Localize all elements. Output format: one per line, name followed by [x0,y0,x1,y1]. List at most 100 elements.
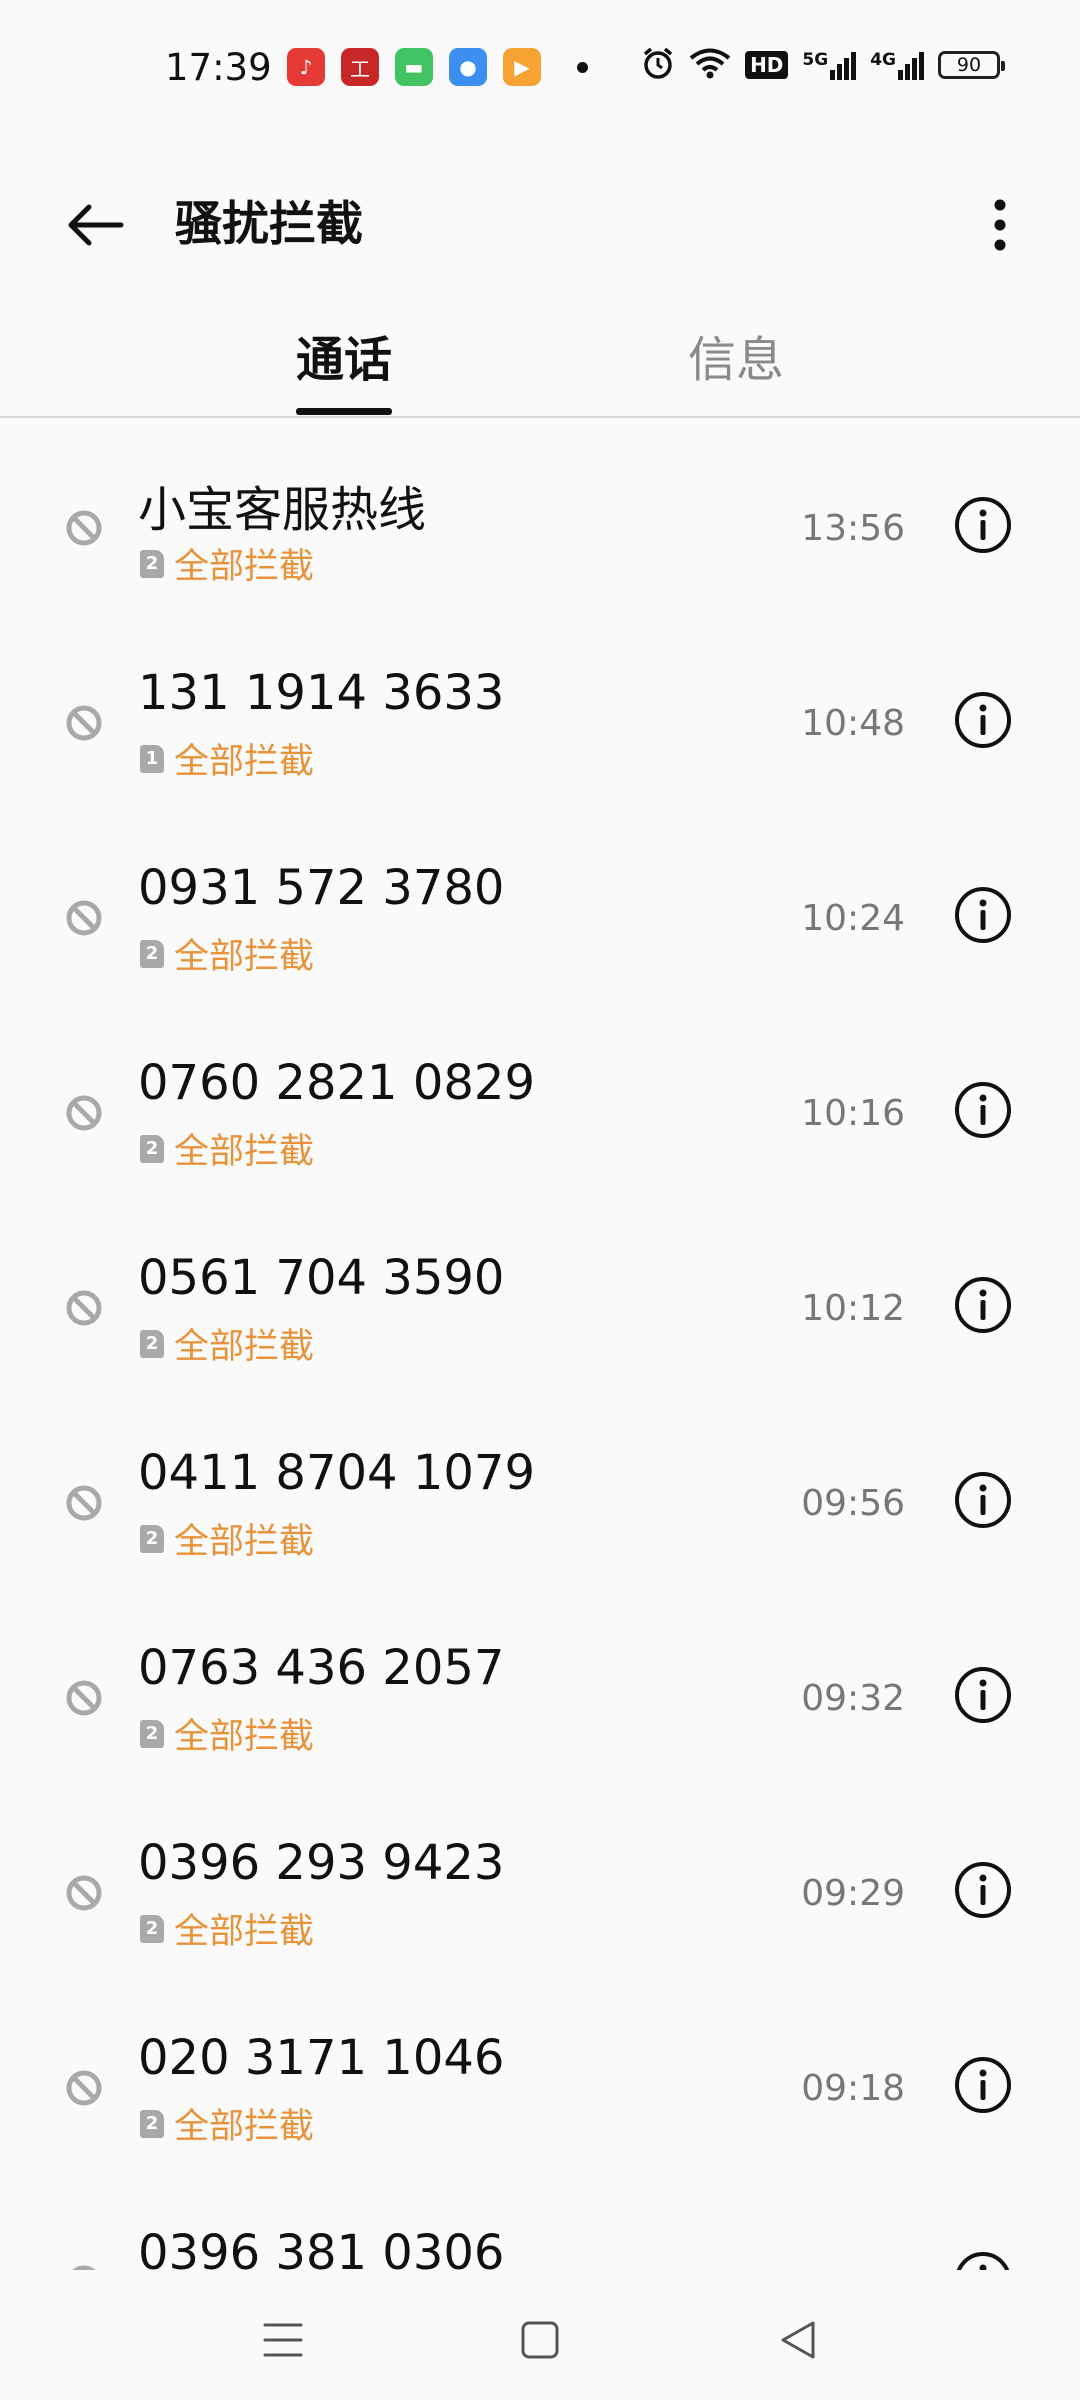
call-row[interactable]: 0411 8704 1079 2 全部拦截 09:56 [0,1395,1080,1590]
tab-bar: 通话 信息 [0,300,1080,418]
browser-app-icon: ● [449,48,487,86]
block-status: 2 全部拦截 [140,1123,314,1174]
caller-number: 020 3171 1046 [138,2030,505,2086]
navigation-bar [0,2270,1080,2400]
call-time: 09:56 [801,1483,905,1524]
caller-number: 0396 293 9423 [138,1835,505,1891]
call-row[interactable]: 0763 436 2057 2 全部拦截 09:32 [0,1590,1080,1785]
info-icon[interactable] [954,2251,1012,2270]
info-icon[interactable] [954,1471,1012,1529]
tab-messages[interactable]: 信息 [688,320,784,390]
caller-number: 0396 381 0306 [138,2225,505,2270]
recents-button[interactable] [243,2300,323,2380]
call-row[interactable]: 0760 2821 0829 2 全部拦截 10:16 [0,1005,1080,1200]
tab-active-indicator [296,408,392,415]
block-status-label: 全部拦截 [174,2107,315,2147]
call-time: 09:32 [801,1678,905,1719]
caller-number: 0763 436 2057 [138,1640,505,1696]
sim-card-icon: 2 [140,1719,164,1748]
more-options-button[interactable] [960,185,1040,265]
back-triangle-icon [781,2321,815,2359]
info-icon[interactable] [954,1276,1012,1334]
blocked-icon [66,900,102,936]
block-status: 2 全部拦截 [140,1318,314,1369]
blocked-icon [66,1485,102,1521]
menu-lines-icon [263,2323,303,2357]
app-bar: 骚扰拦截 [0,135,1080,295]
page-title: 骚扰拦截 [175,197,363,252]
block-status-label: 全部拦截 [174,1912,315,1952]
info-icon[interactable] [954,2056,1012,2114]
sim-card-icon: 2 [140,1329,164,1358]
call-time: 09:18 [801,2068,905,2109]
call-row[interactable]: 020 3171 1046 2 全部拦截 09:18 [0,1980,1080,2175]
block-status-label: 全部拦截 [174,1327,315,1367]
wifi-icon [689,47,731,83]
block-status: 2 全部拦截 [140,1708,314,1759]
caller-number: 131 1914 3633 [138,665,505,721]
blocked-icon [66,2070,102,2106]
tab-calls[interactable]: 通话 [296,320,392,390]
info-icon[interactable] [954,1081,1012,1139]
info-icon[interactable] [954,1666,1012,1724]
alarm-icon [641,46,675,84]
call-row[interactable]: 0396 293 9423 2 全部拦截 09:29 [0,1785,1080,1980]
call-row[interactable]: 0931 572 3780 2 全部拦截 10:24 [0,810,1080,1005]
block-status-label: 全部拦截 [174,742,315,782]
call-row[interactable]: 小宝客服热线 2 全部拦截 13:56 [0,420,1080,615]
blocked-icon [66,510,102,546]
network-5g-label: 5G [802,50,829,70]
home-square-icon [521,2321,559,2359]
hd-indicator: HD [745,51,789,79]
info-icon[interactable] [954,886,1012,944]
block-status-label: 全部拦截 [174,547,315,587]
call-time: 10:12 [801,1288,905,1329]
sim-card-icon: 1 [140,744,164,773]
info-icon[interactable] [954,691,1012,749]
call-time: 09:29 [801,1873,905,1914]
call-row[interactable]: 0396 381 0306 2 全部拦截 [0,2175,1080,2270]
caller-number: 0931 572 3780 [138,860,505,916]
blocked-icon [66,1095,102,1131]
bank-app-icon: 工 [341,48,379,86]
info-icon[interactable] [954,496,1012,554]
blocked-calls-list[interactable]: 小宝客服热线 2 全部拦截 13:56 131 1914 3633 1 全部拦截… [0,420,1080,2270]
sim-card-icon: 2 [140,1914,164,1943]
call-row[interactable]: 0561 704 3590 2 全部拦截 10:12 [0,1200,1080,1395]
home-button[interactable] [500,2300,580,2380]
blocked-icon [66,705,102,741]
caller-number: 0760 2821 0829 [138,1055,535,1111]
sim-card-icon: 2 [140,939,164,968]
video-app-icon: ▶ [503,48,541,86]
info-icon[interactable] [954,1861,1012,1919]
block-status: 1 全部拦截 [140,733,314,784]
back-arrow-icon [68,204,124,246]
sim-card-icon: 2 [140,2109,164,2138]
block-status: 2 全部拦截 [140,538,314,589]
signal-5g: 5G [802,50,857,80]
call-row[interactable]: 131 1914 3633 1 全部拦截 10:48 [0,615,1080,810]
call-time: 10:24 [801,898,905,939]
system-icons: HD 5G 4G 90 [641,46,1005,84]
blocked-icon [72,2265,96,2270]
sim-card-icon: 2 [140,1524,164,1553]
back-nav-button[interactable] [758,2300,838,2380]
caller-number: 0561 704 3590 [138,1250,505,1306]
block-status-label: 全部拦截 [174,1132,315,1172]
battery-level: 90 [956,54,982,76]
messages-app-icon: ▬ [395,48,433,86]
sim-card-icon: 2 [140,549,164,578]
blocked-icon [66,1290,102,1326]
blocked-icon [66,1680,102,1716]
battery-icon: 90 [938,51,1005,79]
caller-number: 0411 8704 1079 [138,1445,535,1501]
block-status-label: 全部拦截 [174,1522,315,1562]
call-time: 10:16 [801,1093,905,1134]
more-notifications-dot [577,61,588,73]
caller-number: 小宝客服热线 [138,482,427,538]
signal-4g: 4G [870,50,924,80]
back-button[interactable] [55,185,135,265]
call-time: 13:56 [801,508,905,549]
block-status: 2 全部拦截 [140,1513,314,1564]
sim-card-icon: 2 [140,1134,164,1163]
